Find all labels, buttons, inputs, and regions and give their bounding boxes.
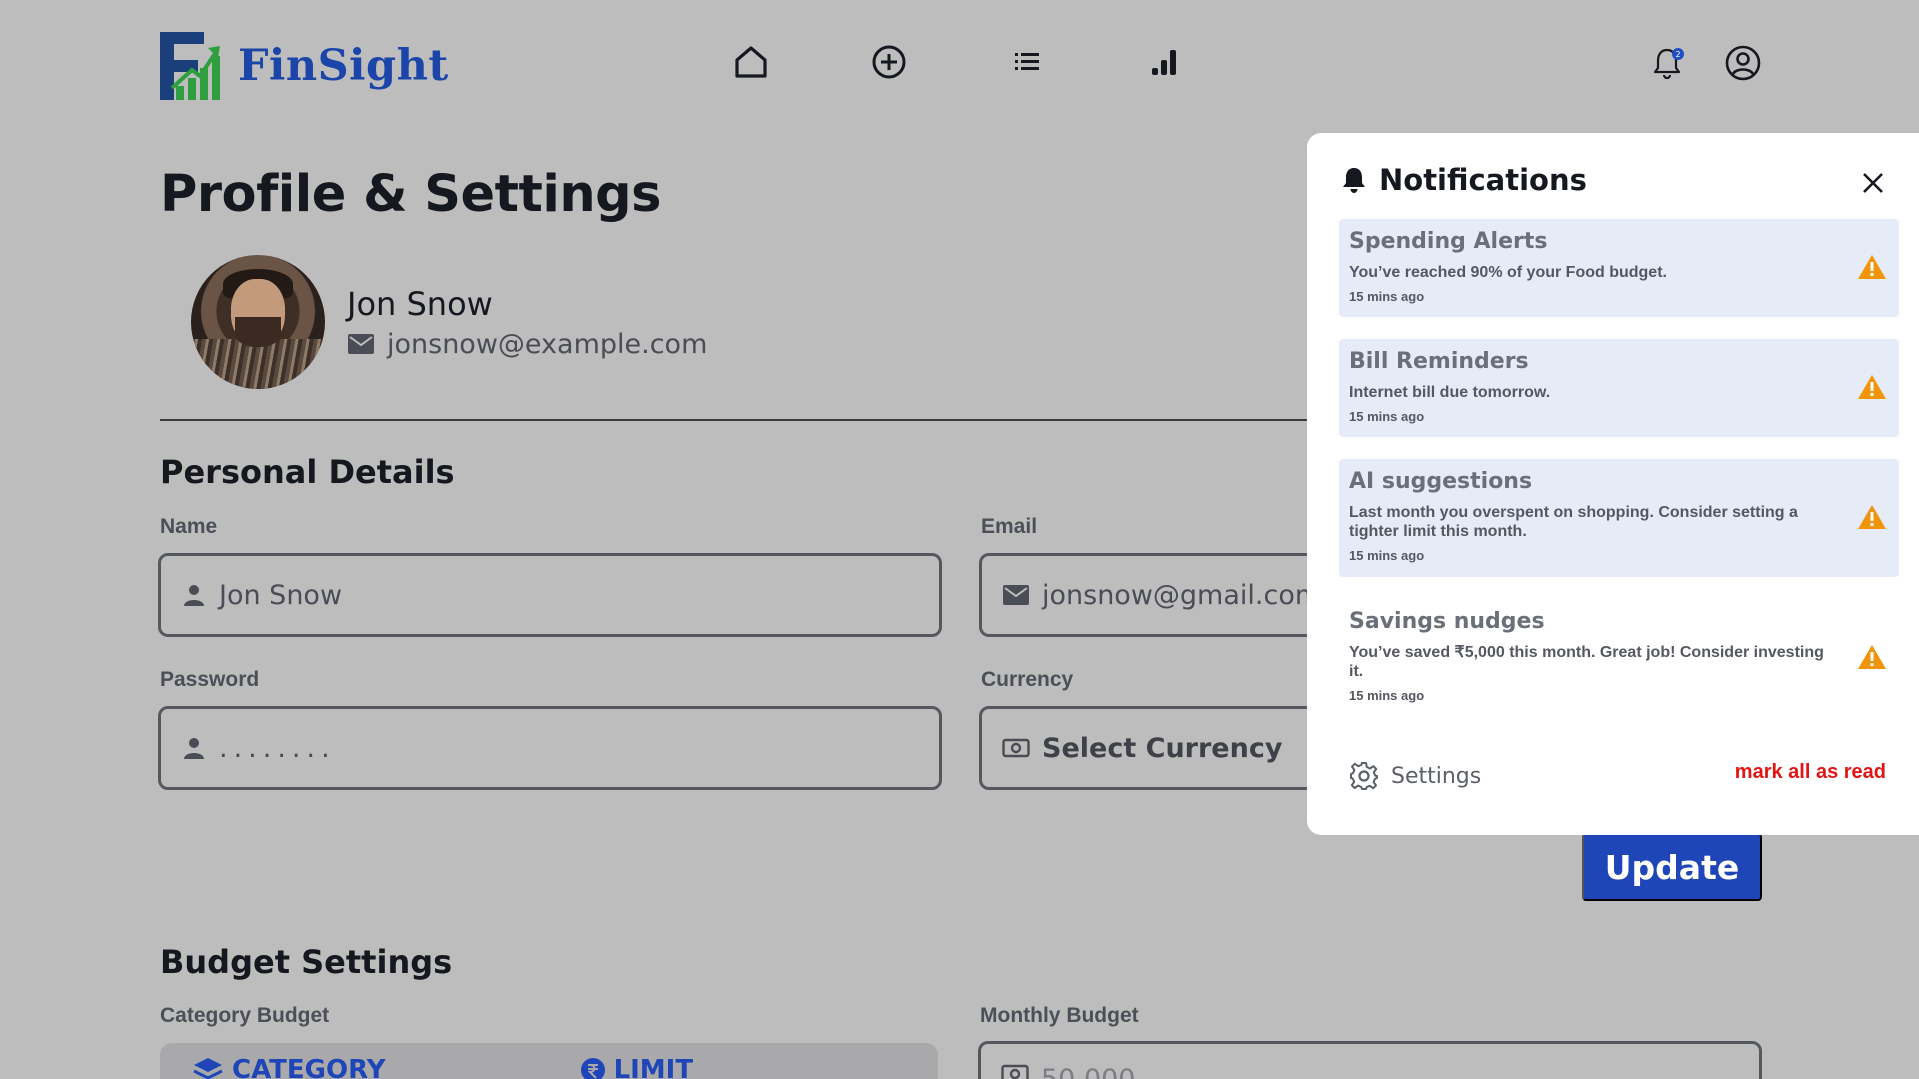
notifications-button[interactable]: 2 <box>1648 44 1686 82</box>
notification-message: Last month you overspent on shopping. Co… <box>1349 504 1798 540</box>
layers-icon <box>193 1058 223 1079</box>
monthly-budget-label: Monthly Budget <box>980 1004 1139 1027</box>
mark-all-read-button[interactable]: mark all as read <box>1735 761 1886 784</box>
password-label: Password <box>160 668 260 691</box>
personal-details-title: Personal Details <box>160 453 455 491</box>
update-button[interactable]: Update <box>1582 833 1762 901</box>
notification-item[interactable]: AI suggestions Last month you overspent … <box>1339 459 1899 577</box>
home-icon <box>735 46 767 78</box>
close-icon <box>1863 173 1883 193</box>
settings-label: Settings <box>1391 763 1482 789</box>
user-actions: 2 <box>1648 44 1762 82</box>
notification-item[interactable]: Spending Alerts You’ve reached 90% of yo… <box>1339 219 1899 317</box>
avatar <box>191 255 325 389</box>
account-button[interactable] <box>1724 44 1762 82</box>
rupee-icon <box>580 1058 605 1079</box>
add-circle-icon <box>872 45 906 79</box>
notification-title: Bill Reminders <box>1349 349 1529 374</box>
notification-settings-link[interactable]: Settings <box>1349 761 1481 791</box>
monthly-budget-field[interactable]: 50,000 <box>978 1041 1762 1079</box>
profile-info: Jon Snow jonsnow@example.com <box>347 285 707 360</box>
page: FinSight 2 Profile & Settings Jon Snow j… <box>0 0 1919 1079</box>
warning-icon <box>1858 255 1886 279</box>
cash-icon <box>1002 738 1030 758</box>
list-icon <box>1015 53 1039 70</box>
notification-message: You’ve saved ₹5,000 this month. Great jo… <box>1349 644 1824 680</box>
profile-name: Jon Snow <box>347 284 493 323</box>
category-budget-label: Category Budget <box>160 1004 330 1027</box>
notification-time: 15 mins ago <box>1349 548 1425 563</box>
top-navbar: FinSight 2 <box>0 0 1919 133</box>
nav-list[interactable] <box>1008 43 1046 81</box>
category-budget-table-header: CATEGORY LIMIT <box>160 1043 938 1079</box>
nav-home[interactable] <box>732 43 770 81</box>
monthly-budget-value: 50,000 <box>1041 1064 1135 1079</box>
notification-count-badge: 2 <box>1672 48 1684 60</box>
budget-settings-title: Budget Settings <box>160 943 453 981</box>
profile-email: jonsnow@example.com <box>387 328 708 360</box>
warning-icon <box>1858 375 1886 399</box>
bar-chart-icon <box>1152 50 1176 75</box>
password-field[interactable]: ........ <box>158 706 942 790</box>
notification-message: You’ve reached 90% of your Food budget. <box>1349 264 1667 281</box>
limit-header-label: LIMIT <box>613 1055 694 1079</box>
name-label: Name <box>160 515 218 538</box>
name-field[interactable]: Jon Snow <box>158 553 942 637</box>
name-value: Jon Snow <box>219 579 343 611</box>
profile-email-row: jonsnow@example.com <box>347 329 707 360</box>
notification-message: Internet bill due tomorrow. <box>1349 384 1551 401</box>
finsight-logo-icon <box>160 32 220 100</box>
notifications-title: Notifications <box>1379 163 1587 197</box>
gear-icon <box>1350 762 1378 790</box>
bell-filled-icon <box>1343 168 1365 193</box>
notification-title: Spending Alerts <box>1349 229 1548 254</box>
cash-icon <box>1001 1064 1029 1079</box>
page-title: Profile & Settings <box>160 165 662 224</box>
logo-text: FinSight <box>238 41 449 91</box>
warning-icon <box>1858 645 1886 669</box>
notification-time: 15 mins ago <box>1349 688 1425 703</box>
email-label: Email <box>981 515 1038 538</box>
warning-icon <box>1858 505 1886 529</box>
notification-time: 15 mins ago <box>1349 289 1425 304</box>
user-circle-icon <box>1725 45 1761 81</box>
mail-icon <box>1003 585 1029 605</box>
close-notifications-button[interactable] <box>1859 169 1887 197</box>
email-value: jonsnow@gmail.com <box>1042 579 1322 611</box>
currency-value: Select Currency <box>1042 732 1283 764</box>
notification-item[interactable]: Bill Reminders Internet bill due tomorro… <box>1339 339 1899 437</box>
logo[interactable]: FinSight <box>158 30 449 102</box>
profile-card: Jon Snow jonsnow@example.com <box>191 255 707 389</box>
mail-icon <box>348 334 374 354</box>
nav-add[interactable] <box>870 43 908 81</box>
limit-column-header: LIMIT <box>580 1055 694 1079</box>
notification-item[interactable]: Savings nudges You’ve saved ₹5,000 this … <box>1339 599 1899 717</box>
notification-time: 15 mins ago <box>1349 409 1425 424</box>
main-nav <box>732 43 1184 81</box>
notifications-panel: Notifications Spending Alerts You’ve rea… <box>1307 133 1919 835</box>
person-icon <box>184 738 204 759</box>
category-column-header: CATEGORY <box>192 1055 386 1079</box>
person-icon <box>184 585 204 606</box>
password-value: ........ <box>219 732 336 764</box>
currency-label: Currency <box>981 668 1074 691</box>
notification-title: Savings nudges <box>1349 609 1545 634</box>
category-header-label: CATEGORY <box>232 1055 386 1079</box>
nav-analytics[interactable] <box>1146 43 1184 81</box>
notifications-header: Notifications <box>1341 163 1587 197</box>
notification-title: AI suggestions <box>1349 469 1533 494</box>
